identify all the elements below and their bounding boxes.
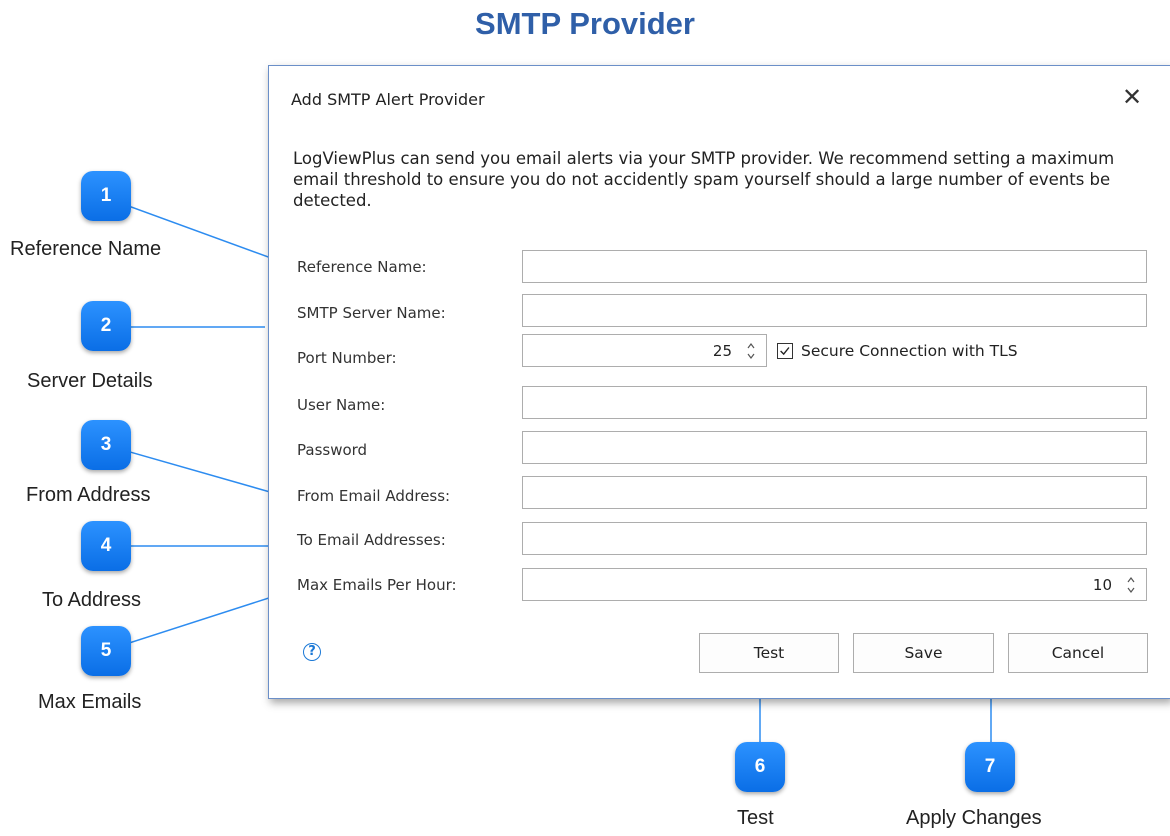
callout-label-max-emails: Max Emails [38, 691, 142, 713]
max-emails-label: Max Emails Per Hour: [297, 576, 457, 594]
close-icon[interactable]: ✕ [1119, 84, 1145, 110]
test-button[interactable]: Test [699, 633, 839, 673]
page-title: SMTP Provider [475, 6, 695, 41]
password-input[interactable] [522, 431, 1147, 464]
check-icon [780, 347, 790, 356]
password-label: Password [297, 441, 368, 459]
callout-label-apply-changes: Apply Changes [906, 807, 1042, 829]
user-name-label: User Name: [297, 396, 386, 414]
reference-name-input[interactable] [522, 250, 1147, 283]
port-number-value: 25 [712, 342, 732, 360]
from-email-label: From Email Address: [297, 487, 451, 505]
help-icon[interactable]: ? [303, 643, 321, 661]
callout-label-server-details: Server Details [27, 370, 153, 392]
callout-badge-7: 7 [965, 742, 1015, 792]
callout-label-to-address: To Address [42, 589, 141, 611]
dialog-title: Add SMTP Alert Provider [291, 90, 485, 109]
to-emails-input[interactable] [522, 522, 1147, 555]
save-button[interactable]: Save [853, 633, 994, 673]
callout-line-5 [122, 595, 276, 646]
to-emails-label: To Email Addresses: [297, 531, 446, 549]
intro-text: LogViewPlus can send you email alerts vi… [293, 149, 1115, 210]
user-name-input[interactable] [522, 386, 1147, 419]
callout-badge-1: 1 [81, 171, 131, 221]
add-smtp-dialog: Add SMTP Alert Provider ✕ LogViewPlus ca… [268, 65, 1170, 699]
spinner-icon[interactable] [1124, 572, 1138, 598]
smtp-server-name-input[interactable] [522, 294, 1147, 327]
reference-name-label: Reference Name: [297, 258, 427, 276]
spinner-icon[interactable] [744, 338, 758, 364]
max-emails-value: 10 [1092, 576, 1112, 594]
smtp-server-name-label: SMTP Server Name: [297, 304, 446, 322]
callout-badge-4: 4 [81, 521, 131, 571]
port-number-label: Port Number: [297, 349, 397, 367]
callout-badge-5: 5 [81, 626, 131, 676]
max-emails-stepper[interactable]: 10 [522, 568, 1147, 601]
callout-label-from-address: From Address [26, 484, 151, 506]
tls-label: Secure Connection with TLS [801, 342, 1018, 360]
callout-label-test: Test [737, 807, 774, 829]
cancel-button[interactable]: Cancel [1008, 633, 1148, 673]
tls-checkbox[interactable] [777, 343, 793, 359]
port-number-stepper[interactable]: 25 [522, 334, 767, 367]
callout-badge-6: 6 [735, 742, 785, 792]
callout-badge-3: 3 [81, 420, 131, 470]
callout-label-reference-name: Reference Name [10, 238, 162, 260]
callout-badge-2: 2 [81, 301, 131, 351]
from-email-input[interactable] [522, 476, 1147, 509]
